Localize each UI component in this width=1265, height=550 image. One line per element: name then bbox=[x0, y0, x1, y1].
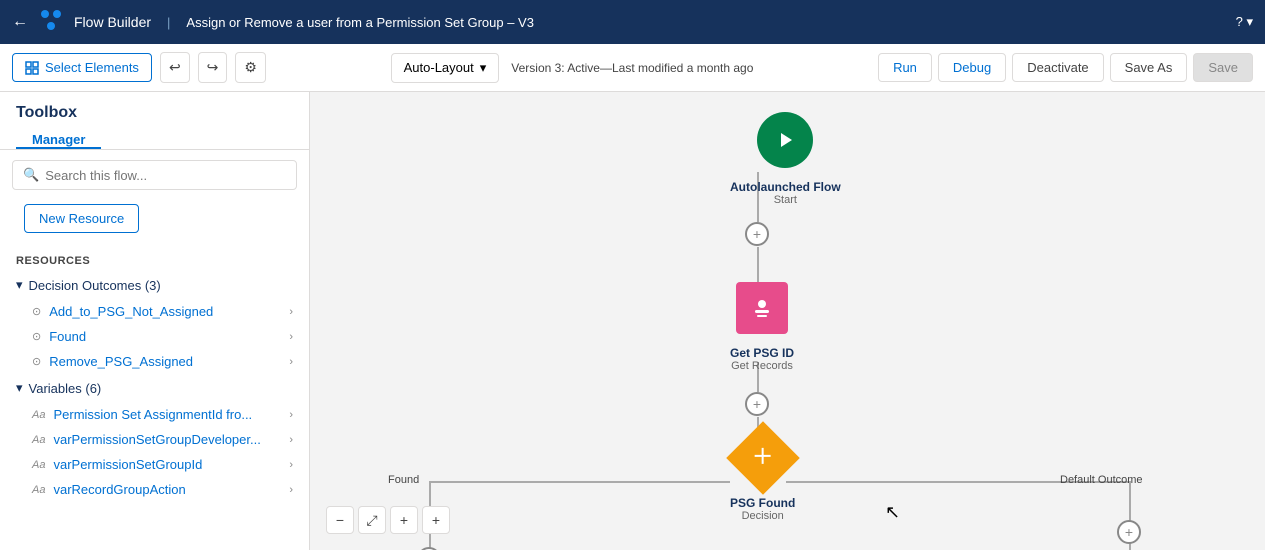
get-psg-icon bbox=[736, 282, 788, 334]
fit-view-button[interactable]: ⤢ bbox=[358, 506, 386, 534]
auto-layout-button[interactable]: Auto-Layout ▾ bbox=[391, 53, 500, 83]
select-icon bbox=[25, 61, 39, 75]
zoom-in-button[interactable]: + bbox=[390, 506, 418, 534]
item-label: Found bbox=[49, 329, 281, 344]
chevron-right-icon: › bbox=[289, 306, 293, 318]
zoom-out-button[interactable]: − bbox=[326, 506, 354, 534]
list-item[interactable]: Aa varPermissionSetGroupId › bbox=[0, 452, 309, 477]
sidebar: Toolbox Manager 🔍 New Resource RESOURCES… bbox=[0, 92, 310, 550]
top-nav: ← Flow Builder | Assign or Remove a user… bbox=[0, 0, 1265, 44]
variables-group-label: Variables (6) bbox=[29, 381, 102, 396]
list-item[interactable]: ⊙ Remove_PSG_Assigned › bbox=[0, 349, 309, 374]
decision-group-label: Decision Outcomes (3) bbox=[29, 278, 161, 293]
run-button[interactable]: Run bbox=[878, 53, 932, 82]
chevron-right-icon: › bbox=[289, 356, 293, 368]
save-as-button[interactable]: Save As bbox=[1110, 53, 1188, 82]
debug-button[interactable]: Debug bbox=[938, 53, 1006, 82]
redo-button[interactable]: ↪ bbox=[198, 52, 228, 83]
variable-icon: Aa bbox=[32, 409, 45, 421]
app-name: Flow Builder bbox=[74, 14, 151, 30]
start-label: Autolaunched Flow bbox=[730, 180, 841, 194]
resource-group-variables: ▾ Variables (6) Aa Permission Set Assign… bbox=[0, 374, 309, 502]
chevron-down-icon: ▾ bbox=[16, 277, 23, 293]
list-item[interactable]: ⊙ Add_to_PSG_Not_Assigned › bbox=[0, 299, 309, 324]
get-psg-label: Get PSG ID bbox=[730, 346, 794, 360]
variable-icon: Aa bbox=[32, 434, 45, 446]
chevron-right-icon: › bbox=[289, 459, 293, 471]
get-psg-sublabel: Get Records bbox=[730, 360, 794, 372]
add-connector-default[interactable]: + bbox=[1117, 520, 1141, 544]
search-icon: 🔍 bbox=[23, 167, 39, 183]
item-label: Remove_PSG_Assigned bbox=[49, 354, 281, 369]
variables-group-header[interactable]: ▾ Variables (6) bbox=[0, 374, 309, 402]
start-sublabel: Start bbox=[730, 194, 841, 206]
decision-icon bbox=[726, 421, 800, 495]
chevron-right-icon: › bbox=[289, 331, 293, 343]
app-logo bbox=[40, 9, 62, 36]
get-psg-node[interactable]: Get PSG ID Get Records bbox=[730, 282, 794, 372]
back-button[interactable]: ← bbox=[12, 13, 28, 31]
chevron-down-icon: ▾ bbox=[16, 380, 23, 396]
toolbar: Select Elements ↩ ↪ ⚙ Auto-Layout ▾ Vers… bbox=[0, 44, 1265, 92]
default-outcome-label: Default Outcome bbox=[1060, 474, 1143, 486]
list-item[interactable]: Aa varPermissionSetGroupDeveloper... › bbox=[0, 427, 309, 452]
chevron-right-icon: › bbox=[289, 484, 293, 496]
decision-sublabel: Decision bbox=[730, 510, 795, 522]
decision-label: PSG Found bbox=[730, 496, 795, 510]
cursor-pointer: ↖ bbox=[885, 502, 900, 523]
start-node[interactable]: Autolaunched Flow Start bbox=[730, 112, 841, 206]
help-button[interactable]: ? ▾ bbox=[1236, 14, 1253, 30]
list-item[interactable]: Aa Permission Set AssignmentId fro... › bbox=[0, 402, 309, 427]
search-input[interactable] bbox=[45, 168, 286, 183]
found-edge-label: Found bbox=[388, 474, 419, 486]
variable-icon: Aa bbox=[32, 459, 45, 471]
select-elements-button[interactable]: Select Elements bbox=[12, 53, 152, 82]
toolbox-title: Toolbox bbox=[0, 92, 309, 122]
decision-outcome-icon: ⊙ bbox=[32, 305, 41, 318]
manager-tab[interactable]: Manager bbox=[16, 122, 101, 149]
version-status: Version 3: Active—Last modified a month … bbox=[511, 61, 753, 75]
flow-title: Assign or Remove a user from a Permissio… bbox=[186, 15, 1223, 30]
toolbar-center: Auto-Layout ▾ Version 3: Active—Last mod… bbox=[274, 53, 870, 83]
resources-label: RESOURCES bbox=[0, 251, 309, 271]
item-label: Add_to_PSG_Not_Assigned bbox=[49, 304, 281, 319]
sidebar-content: ▾ Decision Outcomes (3) ⊙ Add_to_PSG_Not… bbox=[0, 271, 309, 550]
list-item[interactable]: Aa varRecordGroupAction › bbox=[0, 477, 309, 502]
decision-group-header[interactable]: ▾ Decision Outcomes (3) bbox=[0, 271, 309, 299]
flow-canvas[interactable]: Autolaunched Flow Start + Get PSG ID Get… bbox=[310, 92, 1265, 550]
psg-found-node[interactable]: PSG Found Decision bbox=[730, 432, 795, 522]
chevron-right-icon: › bbox=[289, 434, 293, 446]
save-button[interactable]: Save bbox=[1193, 53, 1253, 82]
add-connector-1[interactable]: + bbox=[745, 222, 769, 246]
chevron-right-icon: › bbox=[289, 409, 293, 421]
list-item[interactable]: ⊙ Found › bbox=[0, 324, 309, 349]
variable-icon: Aa bbox=[32, 484, 45, 496]
start-node-icon bbox=[757, 112, 813, 168]
main-layout: Toolbox Manager 🔍 New Resource RESOURCES… bbox=[0, 92, 1265, 550]
resource-group-decision: ▾ Decision Outcomes (3) ⊙ Add_to_PSG_Not… bbox=[0, 271, 309, 374]
deactivate-button[interactable]: Deactivate bbox=[1012, 53, 1103, 82]
new-resource-button[interactable]: New Resource bbox=[24, 204, 139, 233]
settings-button[interactable]: ⚙ bbox=[235, 52, 266, 83]
item-label: Permission Set AssignmentId fro... bbox=[53, 407, 281, 422]
decision-outcome-icon: ⊙ bbox=[32, 355, 41, 368]
search-container: 🔍 bbox=[12, 160, 297, 190]
full-screen-button[interactable]: + bbox=[422, 506, 450, 534]
item-label: varRecordGroupAction bbox=[53, 482, 281, 497]
toolbar-left: Select Elements ↩ ↪ ⚙ bbox=[12, 52, 266, 83]
decision-outcome-icon: ⊙ bbox=[32, 330, 41, 343]
zoom-controls: − ⤢ + + bbox=[326, 506, 450, 534]
item-label: varPermissionSetGroupDeveloper... bbox=[53, 432, 281, 447]
toolbar-right: Run Debug Deactivate Save As Save bbox=[878, 53, 1253, 82]
undo-button[interactable]: ↩ bbox=[160, 52, 190, 83]
add-connector-2[interactable]: + bbox=[745, 392, 769, 416]
item-label: varPermissionSetGroupId bbox=[53, 457, 281, 472]
